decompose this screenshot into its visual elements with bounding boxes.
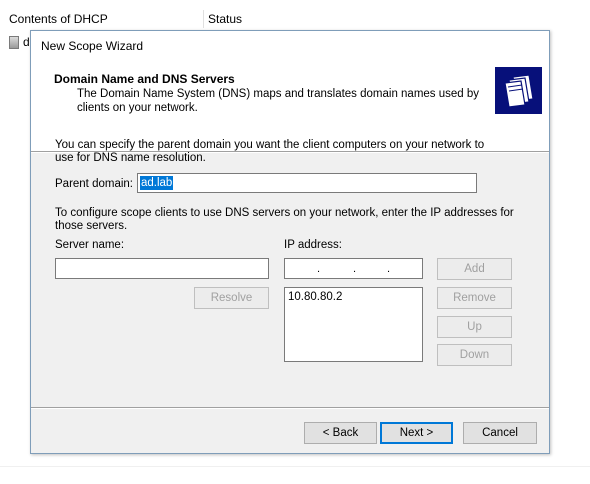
folders-icon	[495, 67, 542, 114]
parent-domain-input[interactable]: ad.lab	[137, 173, 477, 193]
dns-servers-description: To configure scope clients to use DNS se…	[55, 207, 514, 232]
up-button[interactable]: Up	[437, 316, 512, 338]
ip-address-input[interactable]: . . .	[284, 258, 423, 279]
column-divider	[203, 10, 204, 28]
list-header: Contents of DHCP Status	[0, 8, 590, 28]
divider	[31, 408, 549, 409]
next-button[interactable]: Next >	[380, 422, 453, 444]
page-subtitle: The Domain Name System (DNS) maps and tr…	[77, 88, 480, 114]
ip-separator: .	[353, 263, 357, 275]
back-button[interactable]: < Back	[304, 422, 377, 444]
new-scope-wizard-dialog: New Scope Wizard Domain Name and DNS Ser…	[30, 30, 550, 454]
server-icon	[9, 35, 19, 49]
ip-separator: .	[387, 263, 391, 275]
parent-domain-value: ad.lab	[140, 176, 174, 190]
dialog-titlebar[interactable]: New Scope Wizard	[31, 31, 549, 59]
wizard-header: Domain Name and DNS Servers The Domain N…	[31, 59, 549, 153]
list-item[interactable]: d	[9, 35, 30, 49]
add-button[interactable]: Add	[437, 258, 512, 280]
parent-domain-description: You can specify the parent domain you wa…	[55, 139, 485, 164]
divider	[0, 466, 590, 467]
column-header-status[interactable]: Status	[208, 12, 242, 26]
parent-domain-label: Parent domain:	[55, 178, 133, 190]
resolve-button[interactable]: Resolve	[194, 287, 269, 309]
server-name-input[interactable]	[55, 258, 269, 279]
server-name-label: Server name:	[55, 239, 125, 251]
list-item[interactable]: 10.80.80.2	[288, 291, 342, 303]
page-title: Domain Name and DNS Servers	[54, 72, 235, 86]
remove-button[interactable]: Remove	[437, 287, 512, 309]
ip-address-label: IP address:	[284, 239, 342, 251]
cancel-button[interactable]: Cancel	[463, 422, 537, 444]
list-item-label: d	[23, 35, 30, 49]
column-header-contents[interactable]: Contents of DHCP	[9, 12, 108, 26]
down-button[interactable]: Down	[437, 344, 512, 366]
ip-address-list[interactable]: 10.80.80.2	[284, 287, 423, 362]
ip-separator: .	[317, 263, 321, 275]
dialog-title: New Scope Wizard	[41, 39, 144, 53]
